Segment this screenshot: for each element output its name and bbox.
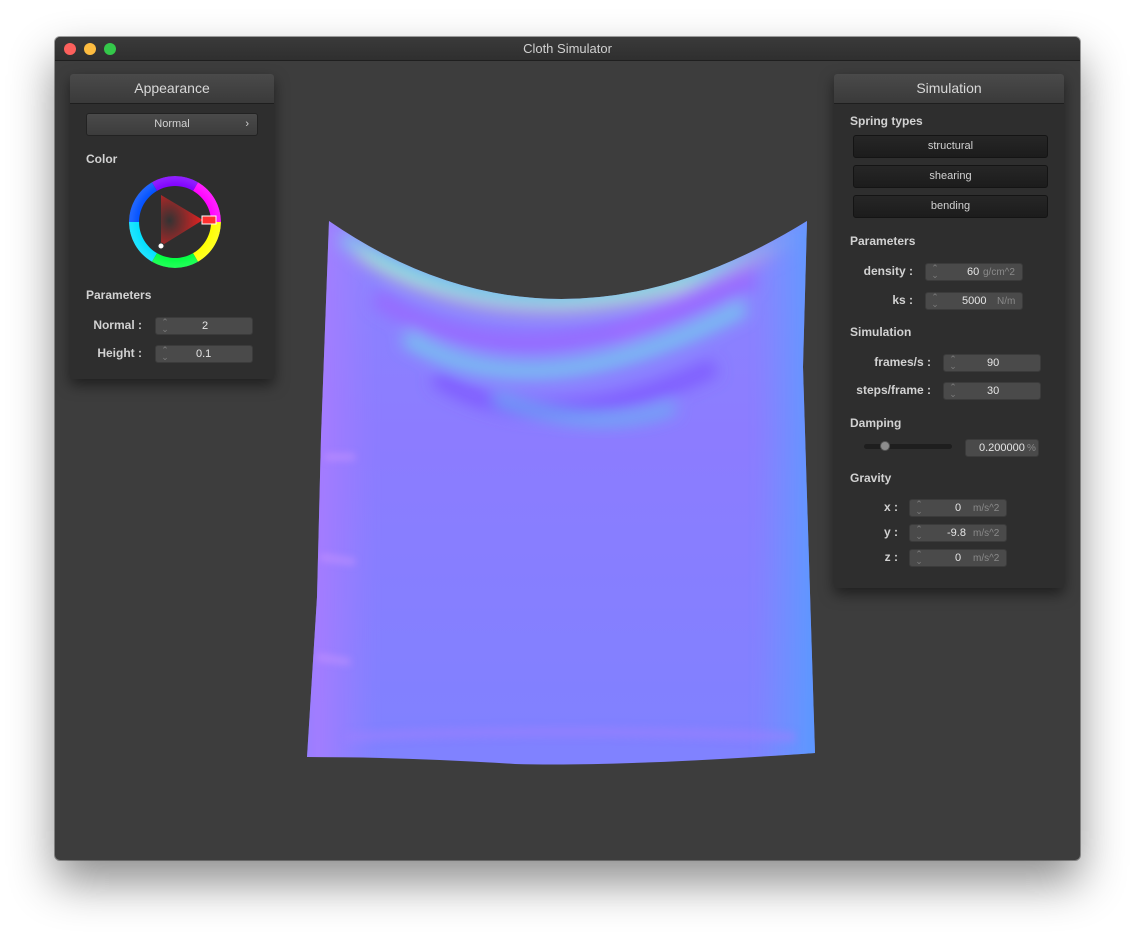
height-input[interactable]: ⌃ ⌄ 0.1 <box>155 345 253 363</box>
color-label: Color <box>86 152 118 166</box>
color-wheel[interactable] <box>125 172 225 272</box>
steps-input[interactable]: ⌃ ⌄ 30 <box>943 382 1041 400</box>
gravity-x-input[interactable]: ⌃ ⌄ 0 m/s^2 <box>909 499 1007 517</box>
stepper-icon[interactable]: ⌃ ⌄ <box>931 293 939 309</box>
ks-input[interactable]: ⌃ ⌄ 5000 N/m <box>925 292 1023 310</box>
gravity-z-label: z : <box>884 550 898 564</box>
normal-label: Normal : <box>93 318 142 332</box>
gravity-y-input[interactable]: ⌃ ⌄ -9.8 m/s^2 <box>909 524 1007 542</box>
gravity-z-value: 0 <box>955 552 962 564</box>
gravity-x-value: 0 <box>955 502 962 514</box>
damping-unit: % <box>1027 443 1036 454</box>
damping-slider-knob[interactable] <box>879 441 890 451</box>
ks-label: ks : <box>892 293 913 307</box>
damping-input[interactable]: 0.200000 % <box>965 439 1039 457</box>
simulation-section-label: Simulation <box>850 325 912 339</box>
color-triangle[interactable] <box>161 195 203 246</box>
gravity-x-label: x : <box>883 500 898 514</box>
ks-unit: N/m <box>997 296 1016 307</box>
stepper-icon[interactable]: ⌃ ⌄ <box>915 500 923 516</box>
shearing-button[interactable]: shearing <box>853 165 1048 188</box>
stepper-icon[interactable]: ⌃ ⌄ <box>161 318 169 334</box>
steps-value: 30 <box>987 385 1000 397</box>
normal-value: 2 <box>202 320 209 332</box>
fps-input[interactable]: ⌃ ⌄ 90 <box>943 354 1041 372</box>
steps-label: steps/frame : <box>856 383 931 397</box>
damping-slider[interactable] <box>864 441 952 451</box>
hue-handle[interactable] <box>201 215 217 225</box>
fps-value: 90 <box>987 357 1000 369</box>
appearance-params-label: Parameters <box>86 288 152 302</box>
simulation-panel: Simulation Spring types structural shear… <box>834 74 1064 588</box>
gravity-y-unit: m/s^2 <box>973 528 1000 539</box>
stepper-icon[interactable]: ⌃ ⌄ <box>931 264 939 280</box>
app-window: Cloth Simulator Appearance Normal › Colo… <box>55 37 1080 860</box>
sim-params-label: Parameters <box>850 234 916 248</box>
height-value: 0.1 <box>196 348 212 360</box>
stepper-icon[interactable]: ⌃ ⌄ <box>949 383 957 399</box>
stepper-icon[interactable]: ⌃ ⌄ <box>161 346 169 362</box>
spring-types-label: Spring types <box>850 114 923 128</box>
bending-button[interactable]: bending <box>853 195 1048 218</box>
density-label: density : <box>863 264 913 278</box>
simulation-header: Simulation <box>834 74 1064 104</box>
damping-value: 0.200000 <box>979 442 1025 454</box>
shader-dropdown[interactable]: Normal › <box>86 113 258 136</box>
appearance-panel: Appearance Normal › Color Parameters Nor… <box>70 74 274 379</box>
stepper-icon[interactable]: ⌃ ⌄ <box>915 550 923 566</box>
density-value: 60 <box>967 266 980 278</box>
height-label: Height : <box>97 346 142 360</box>
color-picker-handle[interactable] <box>157 242 165 250</box>
gravity-y-label: y : <box>883 525 898 539</box>
density-unit: g/cm^2 <box>983 267 1015 278</box>
gravity-label: Gravity <box>850 471 892 485</box>
ks-value: 5000 <box>962 295 987 307</box>
gravity-x-unit: m/s^2 <box>973 503 1000 514</box>
gravity-y-value: -9.8 <box>947 527 966 539</box>
density-input[interactable]: ⌃ ⌄ 60 g/cm^2 <box>925 263 1023 281</box>
gravity-z-input[interactable]: ⌃ ⌄ 0 m/s^2 <box>909 549 1007 567</box>
gravity-z-unit: m/s^2 <box>973 553 1000 564</box>
shader-dropdown-value: Normal <box>154 118 190 130</box>
damping-label: Damping <box>850 416 902 430</box>
stepper-icon[interactable]: ⌃ ⌄ <box>915 525 923 541</box>
appearance-header: Appearance <box>70 74 274 104</box>
stepper-icon[interactable]: ⌃ ⌄ <box>949 355 957 371</box>
structural-button[interactable]: structural <box>853 135 1048 158</box>
fps-label: frames/s : <box>874 355 931 369</box>
chevron-right-icon: › <box>245 118 249 130</box>
normal-input[interactable]: ⌃ ⌄ 2 <box>155 317 253 335</box>
